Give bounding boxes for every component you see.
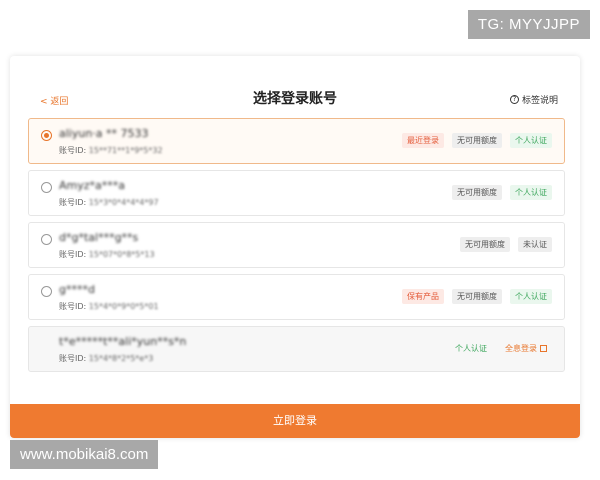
tag-no-quota: 无可用额度: [452, 185, 502, 200]
account-id: 账号ID: 15*4*0*9*0*5*01: [59, 301, 159, 312]
account-id: 账号ID: 15*3*0*4*4*4*97: [59, 197, 159, 208]
tag-no-quota: 无可用额度: [452, 133, 502, 148]
tag-personal-verified: 个人认证: [510, 185, 552, 200]
account-row-3[interactable]: d*g*tal***g**s 账号ID: 15*07*0*8*5*13 无可用额…: [28, 222, 565, 268]
tag-recent-login: 最近登录: [402, 133, 444, 148]
account-id-label: 账号ID:: [59, 302, 89, 311]
tag-help-label: 标签说明: [521, 96, 558, 106]
page-title: 选择登录账号: [253, 91, 337, 107]
account-id-label: 账号ID:: [59, 198, 89, 207]
account-row-5: t*e*****t**ali*yun**s*n 账号ID: 15*4*8*2*5…: [28, 326, 565, 372]
account-id-value: 15*3*0*4*4*4*97: [88, 198, 159, 207]
account-name: Amyz*a***a: [59, 179, 126, 192]
account-id-value: 15**71**1*9*5*32: [88, 146, 163, 155]
account-row-2[interactable]: Amyz*a***a 账号ID: 15*3*0*4*4*4*97 无可用额度 个…: [28, 170, 565, 216]
tag-has-product: 保有产品: [402, 289, 444, 304]
account-row-1[interactable]: aliyun·a ** 7533 账号ID: 15**71**1*9*5*32 …: [28, 118, 565, 164]
account-radio[interactable]: [41, 130, 52, 141]
tag-no-quota: 无可用额度: [460, 237, 510, 252]
account-name: t*e*****t**ali*yun**s*n: [59, 335, 187, 348]
account-id-value: 15*07*0*8*5*13: [88, 250, 155, 259]
account-select-dialog: < 返回 选择登录账号 ? 标签说明 aliyun·a ** 7533 账号ID…: [10, 56, 580, 438]
account-row-4[interactable]: g****d 账号ID: 15*4*0*9*0*5*01 保有产品 无可用额度 …: [28, 274, 565, 320]
external-link-icon: [540, 345, 547, 352]
account-id-value: 15*4*8*2*5*e*3: [88, 354, 154, 363]
account-id: 账号ID: 15*07*0*8*5*13: [59, 249, 155, 260]
tag-unverified: 未认证: [518, 237, 552, 252]
account-id-label: 账号ID:: [59, 354, 89, 363]
account-name: aliyun·a ** 7533: [59, 127, 149, 140]
account-id: 账号ID: 15*4*8*2*5*e*3: [59, 353, 153, 364]
account-id-value: 15*4*0*9*0*5*01: [88, 302, 159, 311]
dialog-header: < 返回 选择登录账号 ? 标签说明: [10, 86, 580, 110]
tag-help-link[interactable]: ? 标签说明: [509, 93, 558, 106]
tag-personal-verified: 个人认证: [510, 289, 552, 304]
tag-personal-verified: 个人认证: [510, 133, 552, 148]
site-watermark: www.mobikai8.com: [10, 440, 159, 469]
question-icon: ?: [509, 95, 519, 104]
account-name: g****d: [59, 283, 95, 296]
account-name: d*g*tal***g**s: [59, 231, 139, 244]
account-radio[interactable]: [41, 234, 52, 245]
account-id-label: 账号ID:: [59, 250, 89, 259]
login-now-button[interactable]: 立即登录: [10, 404, 580, 438]
account-id-label: 账号ID:: [59, 146, 89, 155]
account-radio[interactable]: [41, 286, 52, 297]
account-list: aliyun·a ** 7533 账号ID: 15**71**1*9*5*32 …: [28, 118, 565, 378]
holo-login-label: 全息登录: [505, 344, 537, 353]
account-id: 账号ID: 15**71**1*9*5*32: [59, 145, 163, 156]
tg-watermark: TG: MYYJJPP: [467, 10, 590, 39]
holo-login-link[interactable]: 全息登录: [500, 341, 552, 356]
account-radio[interactable]: [41, 182, 52, 193]
tag-no-quota: 无可用额度: [452, 289, 502, 304]
tag-personal-verified: 个人认证: [455, 344, 487, 353]
